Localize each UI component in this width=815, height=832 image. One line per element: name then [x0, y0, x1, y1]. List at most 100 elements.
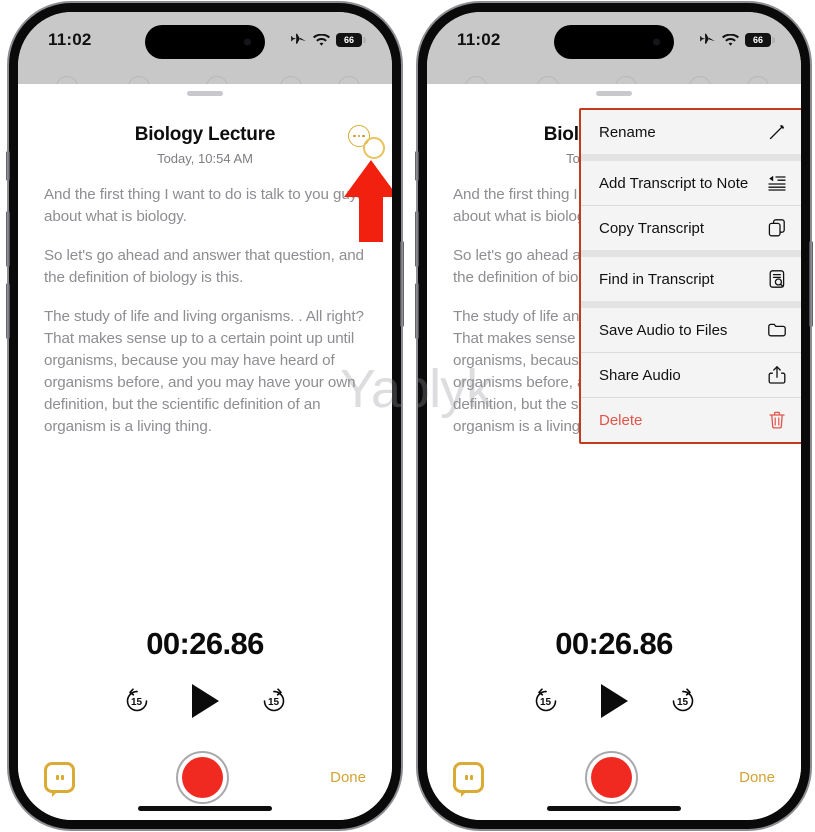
volume-up-button[interactable]	[415, 211, 419, 267]
menu-item-label: Share Audio	[599, 366, 681, 384]
home-indicator[interactable]	[547, 806, 681, 811]
playback-controls: 00:26.86 15 15 Done	[427, 626, 801, 820]
power-button[interactable]	[809, 241, 813, 327]
menu-item-rename[interactable]: Rename	[581, 110, 801, 154]
front-camera-icon	[653, 38, 660, 46]
record-button[interactable]	[176, 750, 230, 804]
bottom-action-bar: Done	[427, 750, 801, 804]
screenshot-stage: 11:02 66 Biology Lecture Today, 10:54 AM…	[0, 0, 815, 832]
skip-back-15-button[interactable]: 15	[531, 686, 561, 716]
transport-controls: 15 15	[427, 684, 801, 718]
more-dot	[357, 134, 361, 138]
silent-switch[interactable]	[6, 151, 10, 181]
memo-header: Biology Lecture Today, 10:54 AM	[18, 124, 392, 166]
menu-item-label: Find in Transcript	[599, 270, 715, 288]
transcript-paragraph: The study of life and living organisms. …	[44, 308, 364, 435]
more-button-highlight-ring	[363, 137, 385, 159]
menu-item-label: Rename	[599, 123, 656, 141]
voice-memo-sheet: Biology Lecture Today, 10:54 AM And the …	[18, 84, 392, 820]
menu-separator	[581, 301, 801, 308]
skip-back-15-button[interactable]: 15	[122, 686, 152, 716]
status-bar: 11:02 66	[427, 12, 801, 70]
battery-level: 66	[752, 35, 763, 45]
menu-item-add-transcript-to-note[interactable]: Add Transcript to Note	[581, 161, 801, 205]
playback-timer: 00:26.86	[555, 626, 673, 661]
airplane-mode-icon	[700, 33, 715, 44]
status-bar: 11:02 66	[18, 12, 392, 70]
find-document-icon	[769, 270, 785, 288]
phone-right: 11:02 66 Biology And the first thing I a…	[415, 3, 813, 829]
context-menu: Rename Add Transcript to Note Copy Trans…	[579, 108, 801, 444]
record-button[interactable]	[585, 750, 639, 804]
menu-item-label: Delete	[599, 411, 643, 429]
menu-item-save-audio-to-files[interactable]: Save Audio to Files	[581, 308, 801, 352]
status-indicators: 66	[290, 30, 366, 50]
status-indicators: 66	[699, 30, 775, 50]
transcript-paragraph: So let's go ahead and answer that questi…	[44, 247, 364, 286]
battery-icon: 66	[336, 33, 366, 47]
copy-icon	[768, 219, 785, 237]
skip-forward-15-button[interactable]: 15	[259, 686, 289, 716]
background-app-strip	[18, 70, 392, 84]
transcript-toggle-icon[interactable]	[453, 761, 484, 797]
share-icon	[768, 366, 786, 384]
menu-item-copy-transcript[interactable]: Copy Transcript	[581, 206, 801, 250]
menu-item-share-audio[interactable]: Share Audio	[581, 353, 801, 397]
home-indicator[interactable]	[138, 806, 272, 811]
battery-level: 66	[343, 35, 354, 45]
skip-forward-15-button[interactable]: 15	[668, 686, 698, 716]
add-to-note-icon	[768, 175, 786, 191]
front-camera-icon	[244, 38, 251, 46]
pencil-icon	[769, 124, 785, 140]
volume-down-button[interactable]	[415, 283, 419, 339]
power-button[interactable]	[400, 241, 404, 327]
menu-item-label: Copy Transcript	[599, 219, 705, 237]
more-dot	[353, 134, 356, 138]
skip-back-label: 15	[130, 696, 143, 708]
wifi-icon	[722, 33, 739, 46]
play-button[interactable]	[191, 684, 219, 718]
wifi-icon	[313, 33, 330, 46]
quote-marks-icon	[55, 774, 64, 780]
record-dot-icon	[182, 756, 224, 798]
menu-item-label: Save Audio to Files	[599, 321, 728, 339]
phone-left: 11:02 66 Biology Lecture Today, 10:54 AM…	[6, 3, 404, 829]
transport-controls: 15 15	[18, 684, 392, 718]
page-title: Biology Lecture	[134, 124, 276, 145]
transcript-paragraph: And the first thing I want to do is talk…	[44, 186, 365, 225]
done-button[interactable]: Done	[739, 769, 775, 786]
transcript-text: And the first thing I want to do is talk…	[18, 184, 392, 438]
volume-down-button[interactable]	[6, 283, 10, 339]
bottom-action-bar: Done	[18, 750, 392, 804]
airplane-mode-icon	[291, 33, 306, 44]
status-time: 11:02	[457, 30, 501, 49]
sheet-grabber[interactable]	[187, 91, 223, 96]
memo-date: Today, 10:54 AM	[157, 151, 253, 166]
play-button[interactable]	[600, 684, 628, 718]
record-dot-icon	[591, 756, 633, 798]
menu-item-find-in-transcript[interactable]: Find in Transcript	[581, 257, 801, 301]
quote-marks-icon	[464, 774, 473, 780]
menu-item-label: Add Transcript to Note	[599, 174, 749, 192]
skip-forward-label: 15	[267, 696, 280, 708]
done-button[interactable]: Done	[330, 769, 366, 786]
volume-up-button[interactable]	[6, 211, 10, 267]
playback-controls: 00:26.86 15 15 Done	[18, 626, 392, 820]
dynamic-island	[145, 25, 265, 59]
status-time: 11:02	[48, 30, 92, 49]
menu-item-delete[interactable]: Delete	[581, 398, 801, 442]
silent-switch[interactable]	[415, 151, 419, 181]
battery-icon: 66	[745, 33, 775, 47]
sheet-grabber[interactable]	[596, 91, 632, 96]
playback-timer: 00:26.86	[146, 626, 264, 661]
red-arrow-annotation	[343, 160, 392, 242]
dynamic-island	[554, 25, 674, 59]
screen-left: 11:02 66 Biology Lecture Today, 10:54 AM…	[18, 12, 392, 820]
background-app-strip	[427, 70, 801, 84]
trash-icon	[769, 411, 785, 429]
more-dot	[362, 134, 365, 138]
transcript-toggle-icon[interactable]	[44, 761, 75, 797]
skip-forward-label: 15	[676, 696, 689, 708]
menu-separator	[581, 154, 801, 161]
screen-right: 11:02 66 Biology And the first thing I a…	[427, 12, 801, 820]
